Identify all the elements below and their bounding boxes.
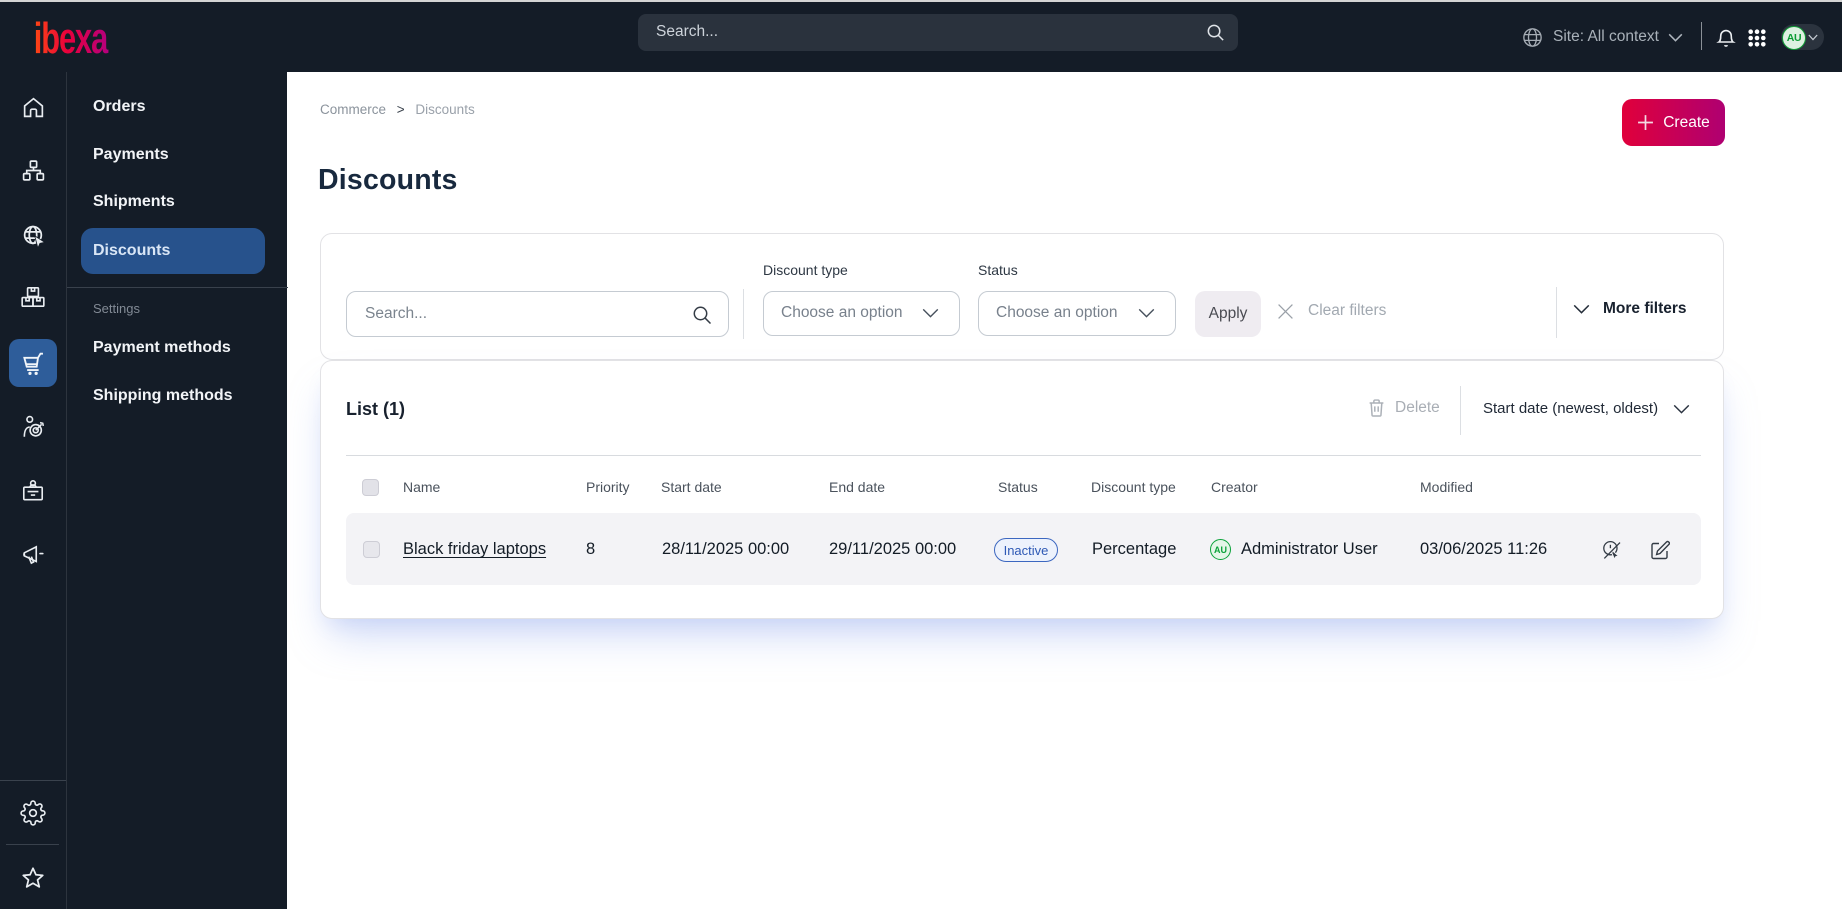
svg-text:ibexa: ibexa bbox=[34, 15, 109, 55]
